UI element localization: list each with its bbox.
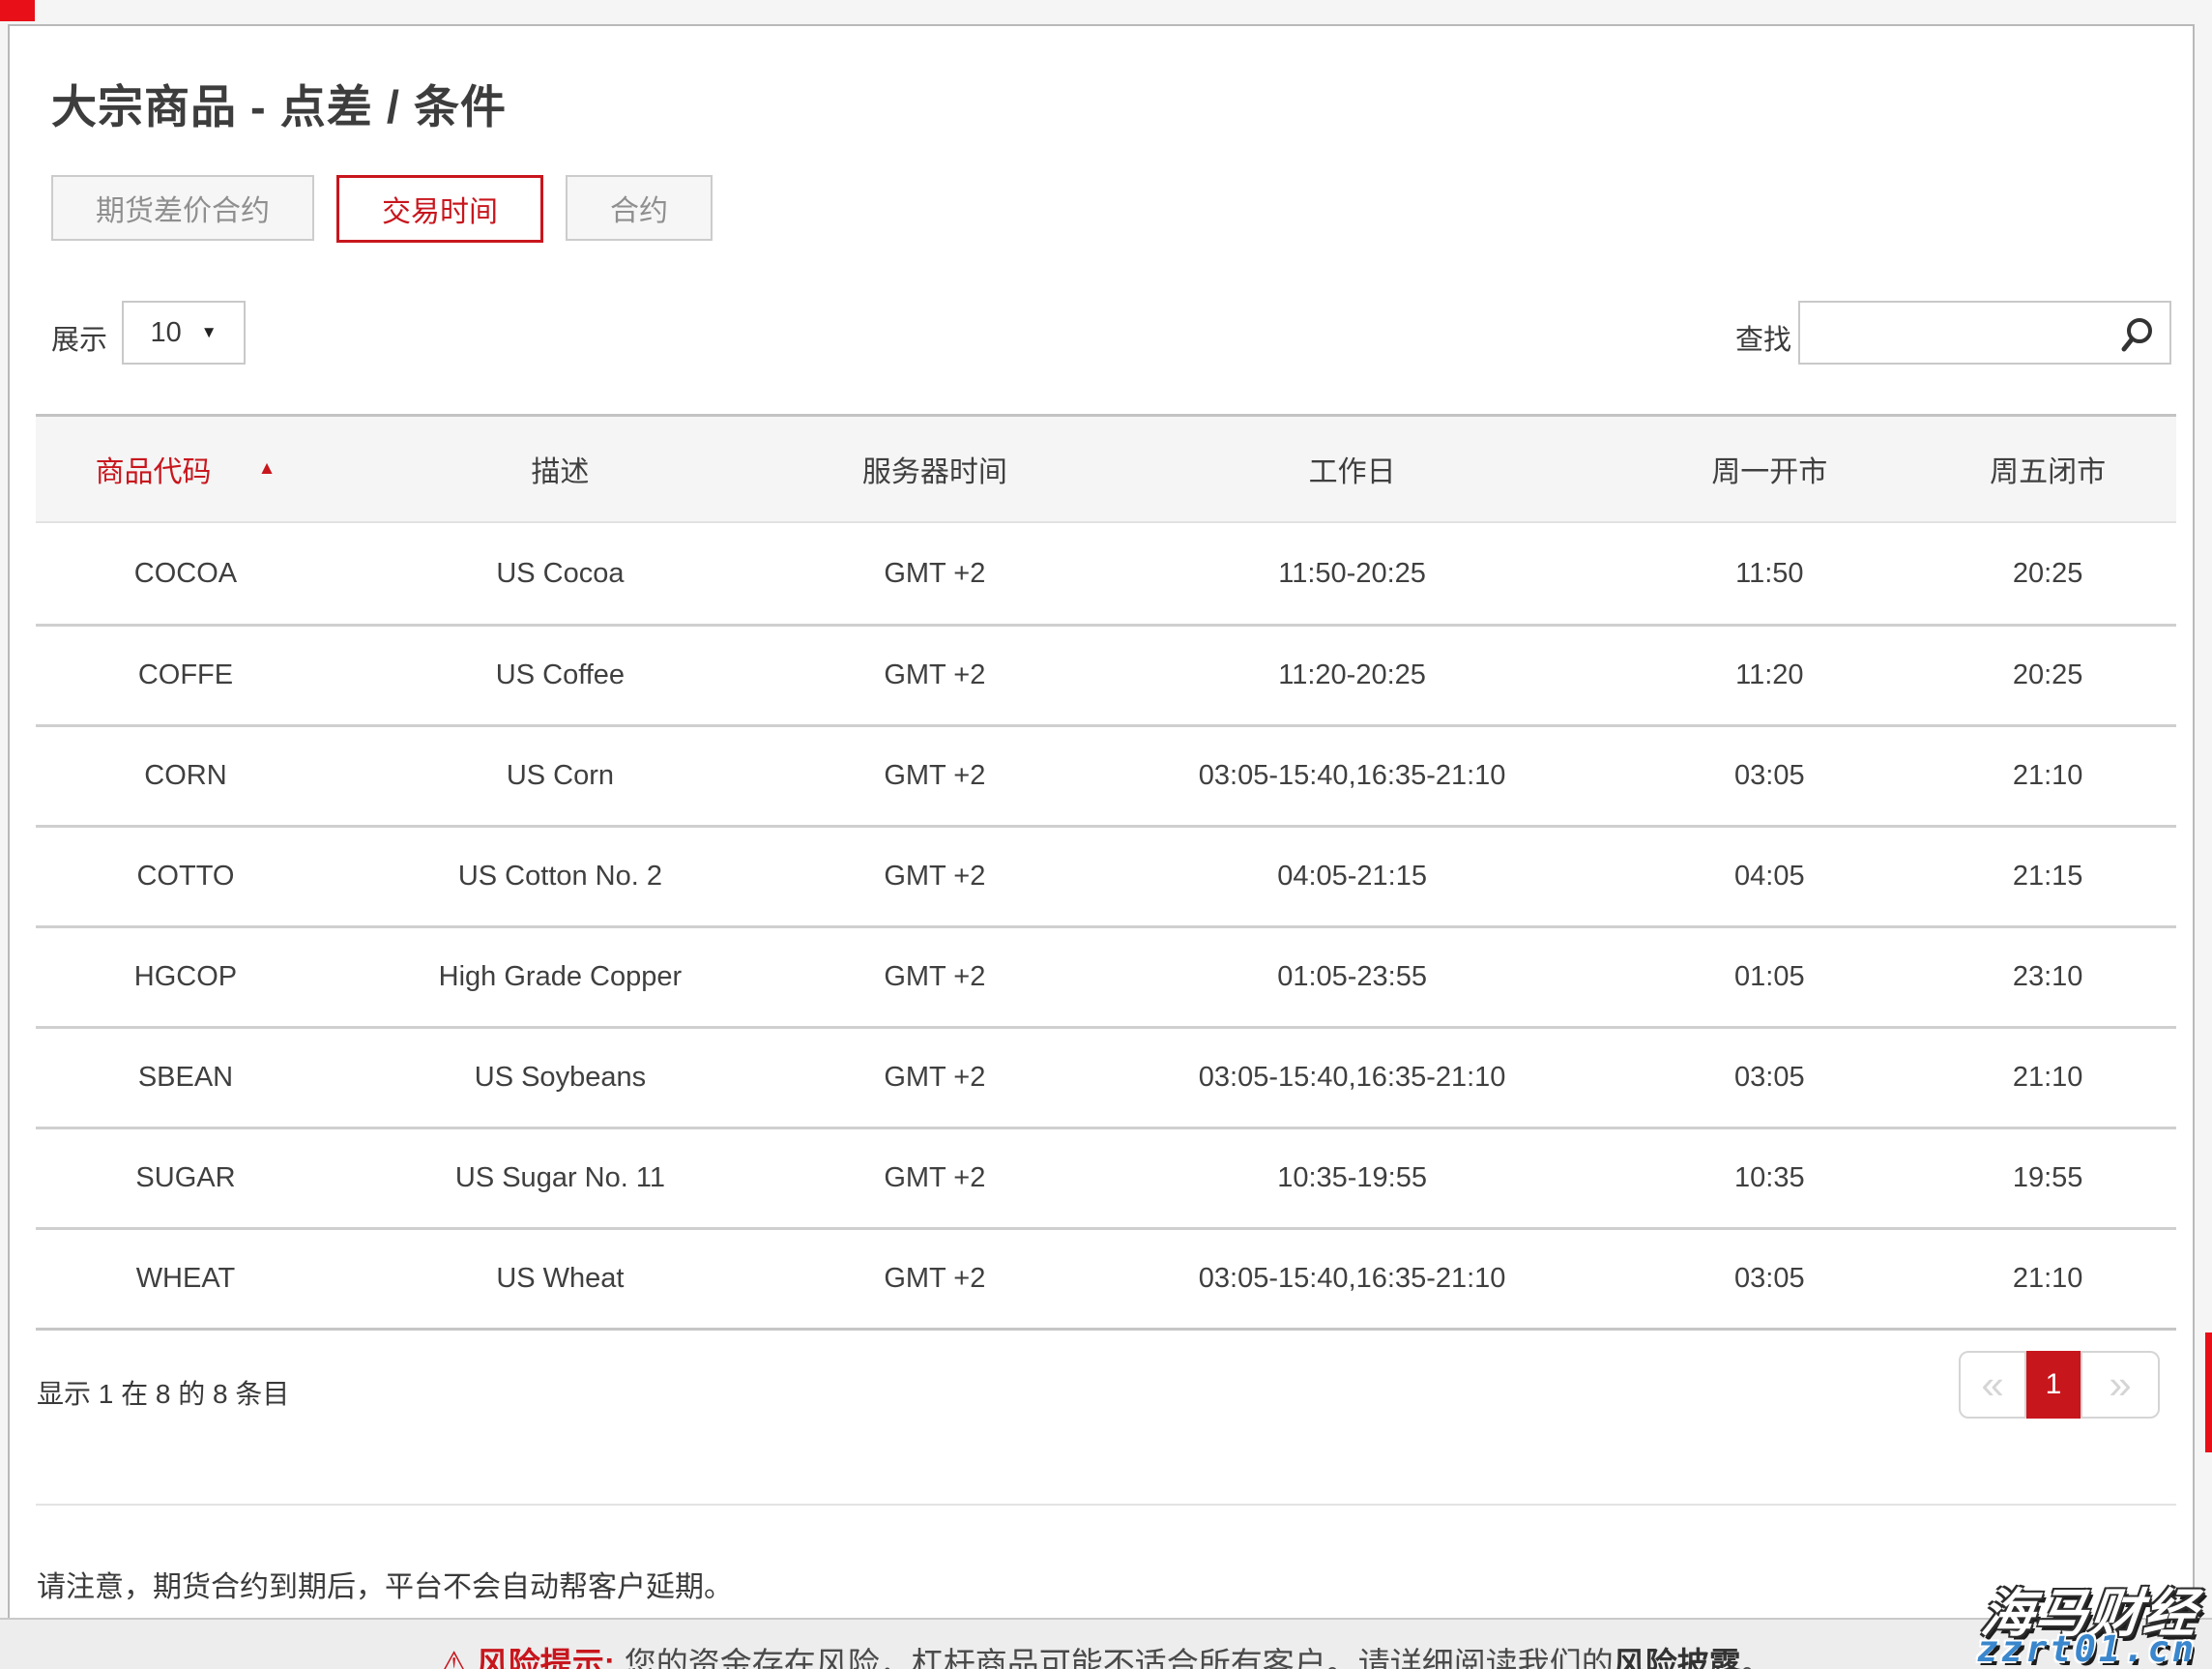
table-cell: US Cotton No. 2 [335, 828, 785, 925]
risk-disclosure-link[interactable]: 风险披露 [1614, 1646, 1741, 1669]
table-header-row: 商品代码▲描述服务器时间工作日周一开市周五闭市 [36, 417, 2176, 523]
pagination-current-page[interactable]: 1 [2026, 1351, 2081, 1419]
table-cell: 04:05-21:15 [1085, 828, 1620, 925]
show-label: 展示 [51, 317, 107, 358]
table-row: HGCOPHigh Grade CopperGMT +201:05-23:550… [36, 925, 2176, 1026]
table-cell: HGCOP [36, 928, 335, 1026]
table-cell: 21:15 [1919, 828, 2176, 925]
table-cell: SUGAR [36, 1129, 335, 1227]
red-marker-top-left [0, 0, 35, 21]
table-cell: US Wheat [335, 1230, 785, 1328]
table-cell: GMT +2 [785, 627, 1085, 724]
tab-2[interactable]: 合约 [566, 175, 713, 241]
table-cell: 21:10 [1919, 1029, 2176, 1127]
chevron-down-icon: ▼ [201, 323, 218, 342]
risk-warning: ⚠ 风险提示: 您的资金存在风险，杠杆商品可能不适合所有客户。请详细阅读我们的风险披… [0, 1638, 2212, 1669]
table-row: SUGARUS Sugar No. 11GMT +210:35-19:5510:… [36, 1127, 2176, 1227]
table-cell: 03:05-15:40,16:35-21:10 [1085, 1230, 1620, 1328]
column-header-4[interactable]: 周一开市 [1619, 417, 1919, 521]
table-cell: High Grade Copper [335, 928, 785, 1026]
page: 大宗商品 - 点差 / 条件 期货差价合约交易时间合约 展示 10 ▼ 查找 商… [0, 0, 2212, 1669]
table-cell: 10:35-19:55 [1085, 1129, 1620, 1227]
page-title: 大宗商品 - 点差 / 条件 [51, 70, 507, 136]
table-cell: 03:05-15:40,16:35-21:10 [1085, 727, 1620, 825]
table-cell: 19:55 [1919, 1129, 2176, 1227]
table-cell: US Cocoa [335, 523, 785, 624]
table-cell: 11:20-20:25 [1085, 627, 1620, 724]
warning-triangle-icon: ⚠ [439, 1646, 468, 1669]
table-cell: GMT +2 [785, 727, 1085, 825]
search-input[interactable] [1808, 307, 2117, 359]
table-cell: 23:10 [1919, 928, 2176, 1026]
table-cell: GMT +2 [785, 523, 1085, 624]
risk-warning-label: 风险提示: [477, 1646, 615, 1669]
search-box [1798, 301, 2171, 365]
table-body: COCOAUS CocoaGMT +211:50-20:2511:5020:25… [36, 523, 2176, 1328]
watermark-site: zzrt01.cn [1977, 1628, 2197, 1669]
table-cell: 04:05 [1619, 828, 1919, 925]
table-cell: 03:05 [1619, 727, 1919, 825]
table-cell: WHEAT [36, 1230, 335, 1328]
footer-bar: ⚠ 风险提示: 您的资金存在风险，杠杆商品可能不适合所有客户。请详细阅读我们的风险披… [0, 1618, 2212, 1669]
table-cell: GMT +2 [785, 1230, 1085, 1328]
table-cell: 21:10 [1919, 727, 2176, 825]
tab-bar: 期货差价合约交易时间合约 [51, 175, 713, 243]
search-label: 查找 [1735, 317, 1791, 358]
table-cell: 20:25 [1919, 523, 2176, 624]
table-row: COFFEUS CoffeeGMT +211:20-20:2511:2020:2… [36, 624, 2176, 724]
table-cell: 01:05 [1619, 928, 1919, 1026]
table-cell: GMT +2 [785, 1029, 1085, 1127]
column-header-5[interactable]: 周五闭市 [1919, 417, 2176, 521]
table-cell: US Soybeans [335, 1029, 785, 1127]
tab-1[interactable]: 交易时间 [336, 175, 543, 243]
table-cell: GMT +2 [785, 828, 1085, 925]
instruments-table: 商品代码▲描述服务器时间工作日周一开市周五闭市 COCOAUS CocoaGMT… [36, 414, 2176, 1331]
table-cell: US Sugar No. 11 [335, 1129, 785, 1227]
table-cell: 03:05-15:40,16:35-21:10 [1085, 1029, 1620, 1127]
pagination-prev-button[interactable]: « [1959, 1351, 2026, 1419]
table-cell: 10:35 [1619, 1129, 1919, 1227]
search-icon [2119, 316, 2156, 353]
table-cell: GMT +2 [785, 928, 1085, 1026]
table-cell: 03:05 [1619, 1230, 1919, 1328]
page-size-select[interactable]: 10 ▼ [122, 301, 246, 365]
risk-warning-period: 。 [1741, 1646, 1773, 1669]
table-cell: COCOA [36, 523, 335, 624]
divider [36, 1504, 2176, 1506]
table-cell: COTTO [36, 828, 335, 925]
table-row: COTTOUS Cotton No. 2GMT +204:05-21:1504:… [36, 825, 2176, 925]
pagination: « 1 » [1959, 1351, 2160, 1419]
pagination-next-button[interactable]: » [2081, 1351, 2160, 1419]
table-cell: 03:05 [1619, 1029, 1919, 1127]
table-cell: 11:50-20:25 [1085, 523, 1620, 624]
pagination-summary: 显示 1 在 8 的 8 条目 [37, 1373, 289, 1412]
tab-0[interactable]: 期货差价合约 [51, 175, 314, 241]
table-row: COCOAUS CocoaGMT +211:50-20:2511:5020:25 [36, 523, 2176, 624]
table-cell: 21:10 [1919, 1230, 2176, 1328]
column-header-1[interactable]: 描述 [335, 417, 785, 521]
sort-asc-icon: ▲ [258, 458, 276, 480]
table-cell: 11:50 [1619, 523, 1919, 624]
table-cell: US Coffee [335, 627, 785, 724]
futures-note: 请注意，期货合约到期后，平台不会自动帮客户延期。 [37, 1563, 733, 1605]
red-marker-right-edge [2205, 1332, 2212, 1452]
column-header-2[interactable]: 服务器时间 [785, 417, 1085, 521]
table-cell: US Corn [335, 727, 785, 825]
table-cell: GMT +2 [785, 1129, 1085, 1227]
table-cell: 01:05-23:55 [1085, 928, 1620, 1026]
table-cell: 20:25 [1919, 627, 2176, 724]
column-header-0[interactable]: 商品代码▲ [36, 417, 335, 521]
table-cell: CORN [36, 727, 335, 825]
table-row: CORNUS CornGMT +203:05-15:40,16:35-21:10… [36, 724, 2176, 825]
table-row: WHEATUS WheatGMT +203:05-15:40,16:35-21:… [36, 1227, 2176, 1328]
table-row: SBEANUS SoybeansGMT +203:05-15:40,16:35-… [36, 1026, 2176, 1127]
page-size-value: 10 [150, 317, 181, 349]
table-cell: SBEAN [36, 1029, 335, 1127]
table-cell: COFFE [36, 627, 335, 724]
column-header-3[interactable]: 工作日 [1085, 417, 1620, 521]
table-cell: 11:20 [1619, 627, 1919, 724]
risk-warning-text: 您的资金存在风险，杠杆商品可能不适合所有客户。请详细阅读我们的 [625, 1646, 1614, 1669]
